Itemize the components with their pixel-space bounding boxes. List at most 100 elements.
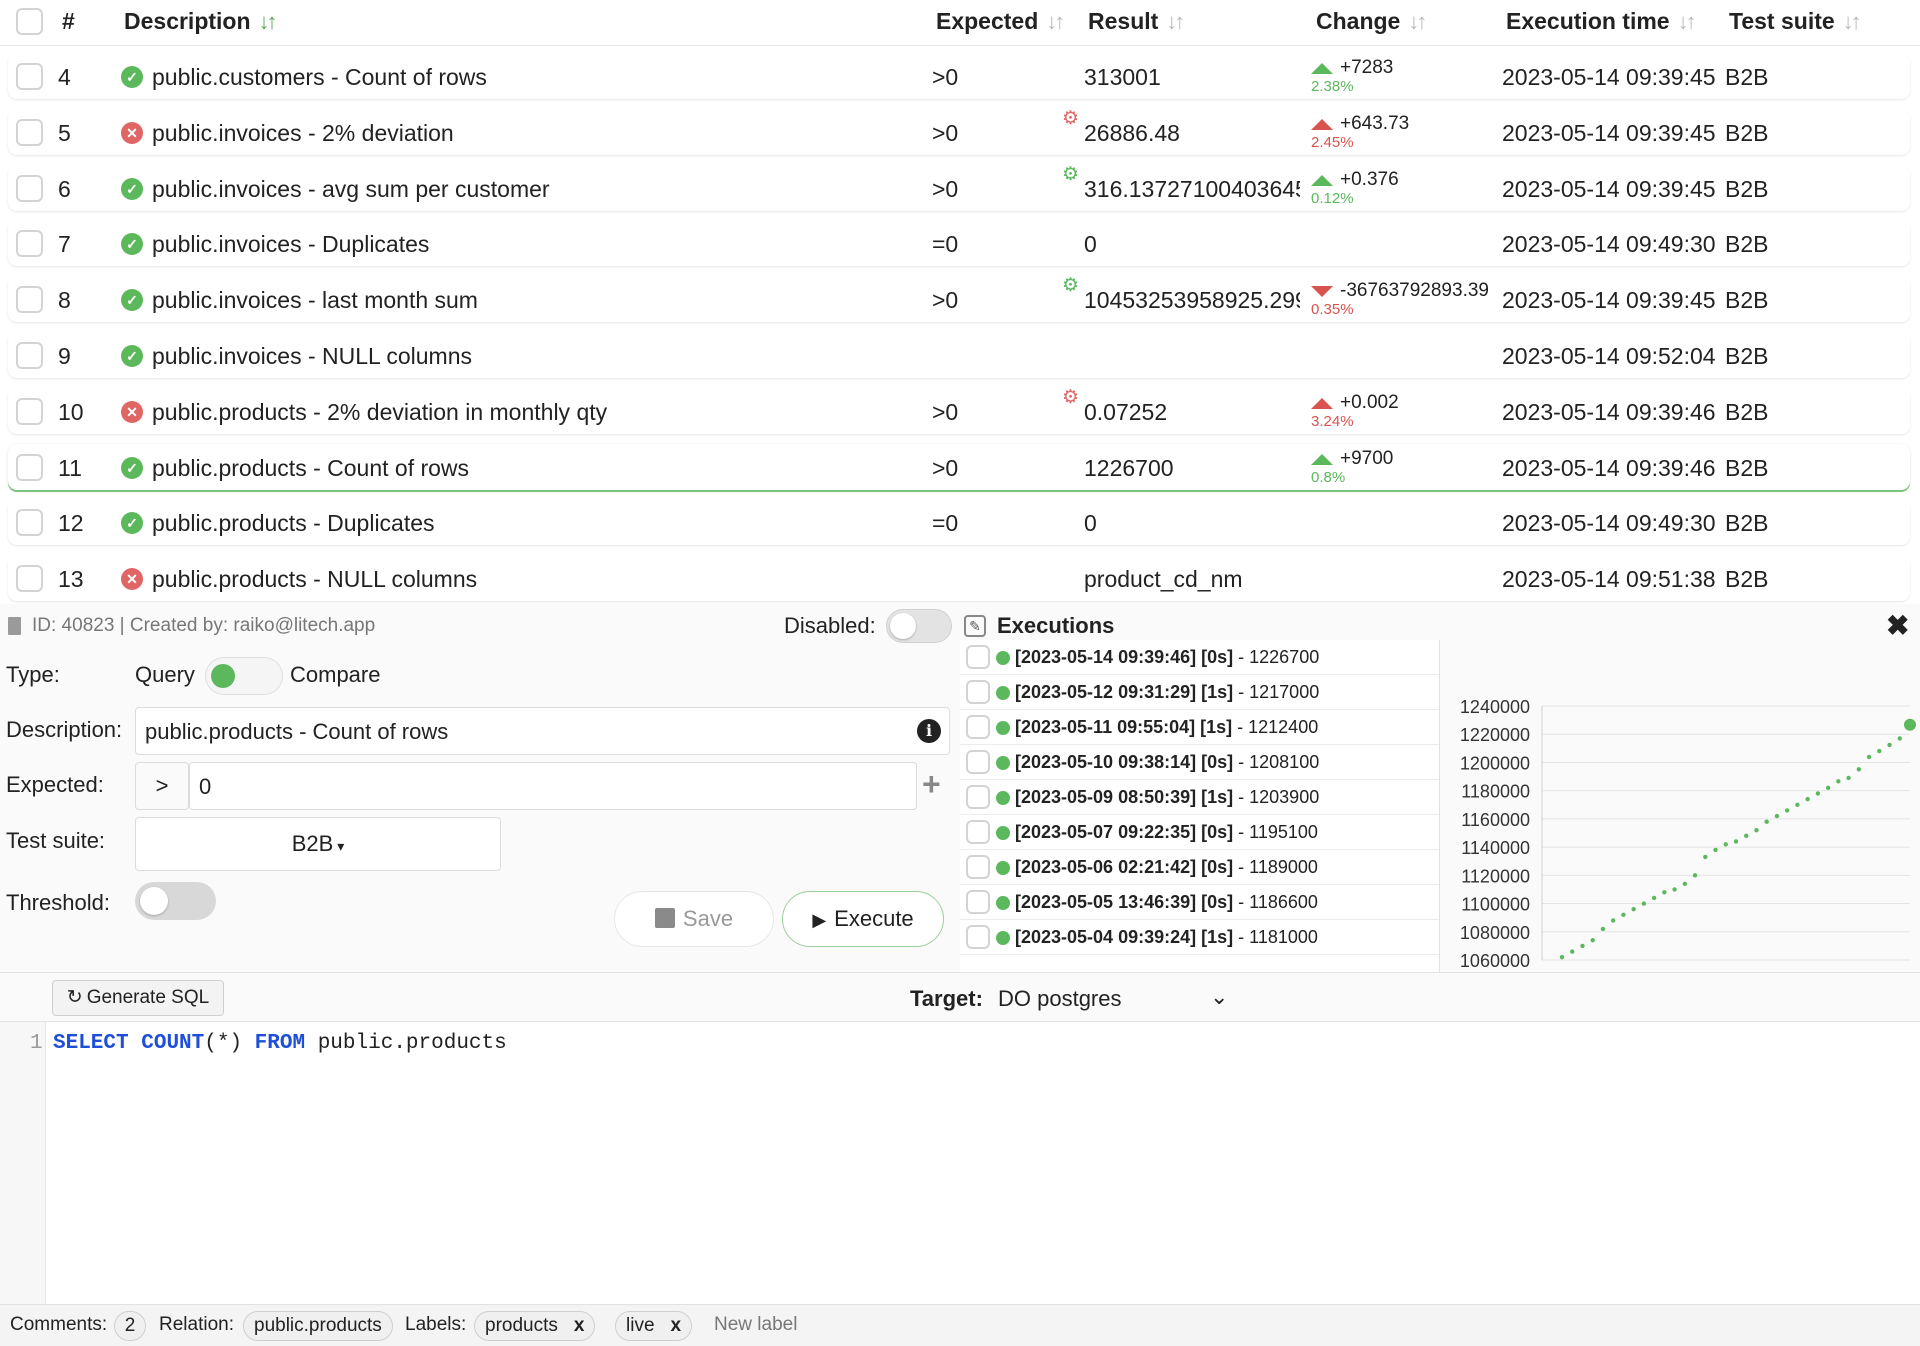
disabled-toggle[interactable] (886, 609, 952, 643)
chart-point[interactable] (1897, 736, 1902, 741)
chart-point[interactable] (1887, 742, 1892, 748)
chart-point[interactable] (1856, 767, 1862, 772)
execution-checkbox[interactable] (966, 750, 990, 774)
execution-item[interactable]: [2023-05-06 02:21:42] [0s] - 1189000 (960, 850, 1439, 885)
row-checkbox[interactable] (16, 453, 43, 481)
chart-point[interactable] (1784, 808, 1790, 813)
description-field[interactable]: public.products - Count of rows i (135, 707, 950, 755)
row-checkbox[interactable] (16, 286, 43, 314)
chart-point[interactable] (1805, 796, 1810, 802)
label-tag[interactable]: products x (474, 1311, 596, 1341)
sql-code[interactable]: SELECT COUNT(*) FROM public.products (53, 1032, 507, 1055)
comments-count[interactable]: 2 (114, 1311, 146, 1341)
chart-point[interactable] (1559, 954, 1565, 960)
column-header-description[interactable]: Description ↓↑ (124, 8, 278, 35)
save-button[interactable]: Save (614, 891, 774, 947)
column-header-result[interactable]: Result ↓↑ (1088, 8, 1185, 35)
execution-checkbox[interactable] (966, 925, 990, 949)
chart-point[interactable] (1764, 819, 1769, 824)
execution-item[interactable]: [2023-05-07 09:22:35] [0s] - 1195100 (960, 815, 1439, 850)
chart-point[interactable] (1836, 779, 1841, 784)
expected-operator[interactable]: > (135, 762, 189, 810)
execution-checkbox[interactable] (966, 715, 990, 739)
sort-icon[interactable]: ↓↑ (259, 9, 278, 34)
type-compare-label[interactable]: Compare (290, 662, 380, 688)
sort-icon[interactable]: ↓↑ (1843, 9, 1862, 34)
target-select[interactable]: DO postgres ⌄ (998, 984, 1228, 1012)
sort-icon[interactable]: ↓↑ (1678, 9, 1697, 34)
execution-item[interactable]: [2023-05-12 09:31:29] [1s] - 1217000 (960, 675, 1439, 710)
chart-point[interactable] (1774, 813, 1780, 819)
chart-point[interactable] (1580, 943, 1585, 949)
chart-point[interactable] (1825, 785, 1831, 791)
chart-point[interactable] (1651, 895, 1657, 901)
column-header-expected[interactable]: Expected ↓↑ (936, 8, 1065, 35)
sort-icon[interactable]: ↓↑ (1046, 9, 1065, 34)
execution-checkbox[interactable] (966, 680, 990, 704)
table-row[interactable]: 13 ✕ public.products - NULL columns product… (8, 555, 1910, 602)
chart-point[interactable] (1590, 938, 1595, 943)
chart-point[interactable] (1713, 847, 1718, 853)
sort-icon[interactable]: ↓↑ (1408, 9, 1427, 34)
chart-point[interactable] (1621, 912, 1626, 918)
chart-point[interactable] (1795, 802, 1800, 807)
test-suite-dropdown[interactable]: B2B ▾ (135, 817, 501, 871)
chart-point[interactable] (1692, 873, 1698, 878)
chart-point[interactable] (1631, 907, 1636, 912)
table-row[interactable]: 4 ✓ public.customers - Count of rows >0 3130… (8, 53, 1910, 99)
row-checkbox[interactable] (16, 397, 43, 425)
row-checkbox[interactable] (16, 230, 43, 258)
row-checkbox[interactable] (16, 509, 43, 537)
execution-checkbox[interactable] (966, 645, 990, 669)
row-checkbox[interactable] (16, 342, 43, 369)
table-row[interactable]: 12 ✓ public.products - Duplicates =0 0 2023-0… (8, 499, 1910, 546)
chart-point[interactable] (1846, 775, 1851, 781)
expected-value-field[interactable]: 0 (189, 762, 917, 810)
table-row[interactable]: 10 ✕ public.products - 2% deviation in mon… (8, 387, 1910, 434)
execution-item[interactable]: [2023-05-09 08:50:39] [1s] - 1203900 (960, 780, 1439, 815)
add-icon[interactable]: + (922, 766, 941, 803)
execution-item[interactable]: [2023-05-11 09:55:04] [1s] - 1212400 (960, 710, 1439, 745)
execution-item[interactable]: [2023-05-04 09:39:24] [1s] - 1181000 (960, 920, 1439, 955)
chart-point[interactable] (1904, 718, 1916, 731)
threshold-toggle[interactable] (135, 882, 216, 920)
select-all-checkbox[interactable] (16, 8, 43, 35)
row-checkbox[interactable] (16, 118, 43, 146)
table-row[interactable]: 8 ✓ public.invoices - last month sum >0 ⚙ 104… (8, 276, 1910, 323)
sort-icon[interactable]: ↓↑ (1166, 9, 1185, 34)
column-header-test-suite[interactable]: Test suite ↓↑ (1729, 8, 1862, 35)
row-checkbox[interactable] (16, 565, 43, 593)
new-label-input[interactable]: New label (714, 1314, 797, 1336)
chart-point[interactable] (1733, 839, 1739, 844)
execution-item[interactable]: [2023-05-14 09:39:46] [0s] - 1226700 (960, 640, 1439, 675)
column-header-change[interactable]: Change ↓↑ (1316, 8, 1427, 35)
close-icon[interactable]: ✖ (1886, 609, 1909, 642)
column-header-num[interactable]: # (62, 8, 75, 35)
generate-sql-button[interactable]: ↻ Generate SQL (52, 980, 224, 1016)
chart-point[interactable] (1672, 887, 1677, 892)
chart-point[interactable] (1570, 949, 1575, 954)
chart-point[interactable] (1723, 842, 1728, 847)
chart-point[interactable] (1641, 901, 1647, 906)
remove-label-icon[interactable]: x (574, 1315, 585, 1336)
column-header-execution-time[interactable]: Execution time ↓↑ (1506, 8, 1697, 35)
relation-value[interactable]: public.products (243, 1311, 393, 1341)
chart-point[interactable] (1600, 926, 1606, 932)
table-row[interactable]: 7 ✓ public.invoices - Duplicates =0 0 2023-05… (8, 220, 1910, 267)
edit-icon[interactable]: ✎ (964, 615, 986, 637)
execution-checkbox[interactable] (966, 890, 990, 914)
type-query-label[interactable]: Query (135, 662, 195, 688)
chart-point[interactable] (1610, 918, 1616, 923)
table-row[interactable]: 11 ✓ public.products - Count of rows >0 1226… (8, 443, 1910, 490)
label-tag[interactable]: live x (615, 1311, 693, 1341)
chart-point[interactable] (1877, 748, 1882, 754)
table-row[interactable]: 6 ✓ public.invoices - avg sum per customer… (8, 164, 1910, 211)
chart-point[interactable] (1754, 827, 1759, 833)
chart-point[interactable] (1744, 833, 1749, 839)
chart-point[interactable] (1662, 890, 1667, 895)
execution-checkbox[interactable] (966, 785, 990, 809)
remove-label-icon[interactable]: x (671, 1315, 682, 1336)
execution-item[interactable]: [2023-05-05 13:46:39] [0s] - 1186600 (960, 885, 1439, 920)
table-row[interactable]: 5 ✕ public.invoices - 2% deviation >0 ⚙ 26886… (8, 108, 1910, 155)
type-toggle[interactable] (205, 657, 283, 695)
